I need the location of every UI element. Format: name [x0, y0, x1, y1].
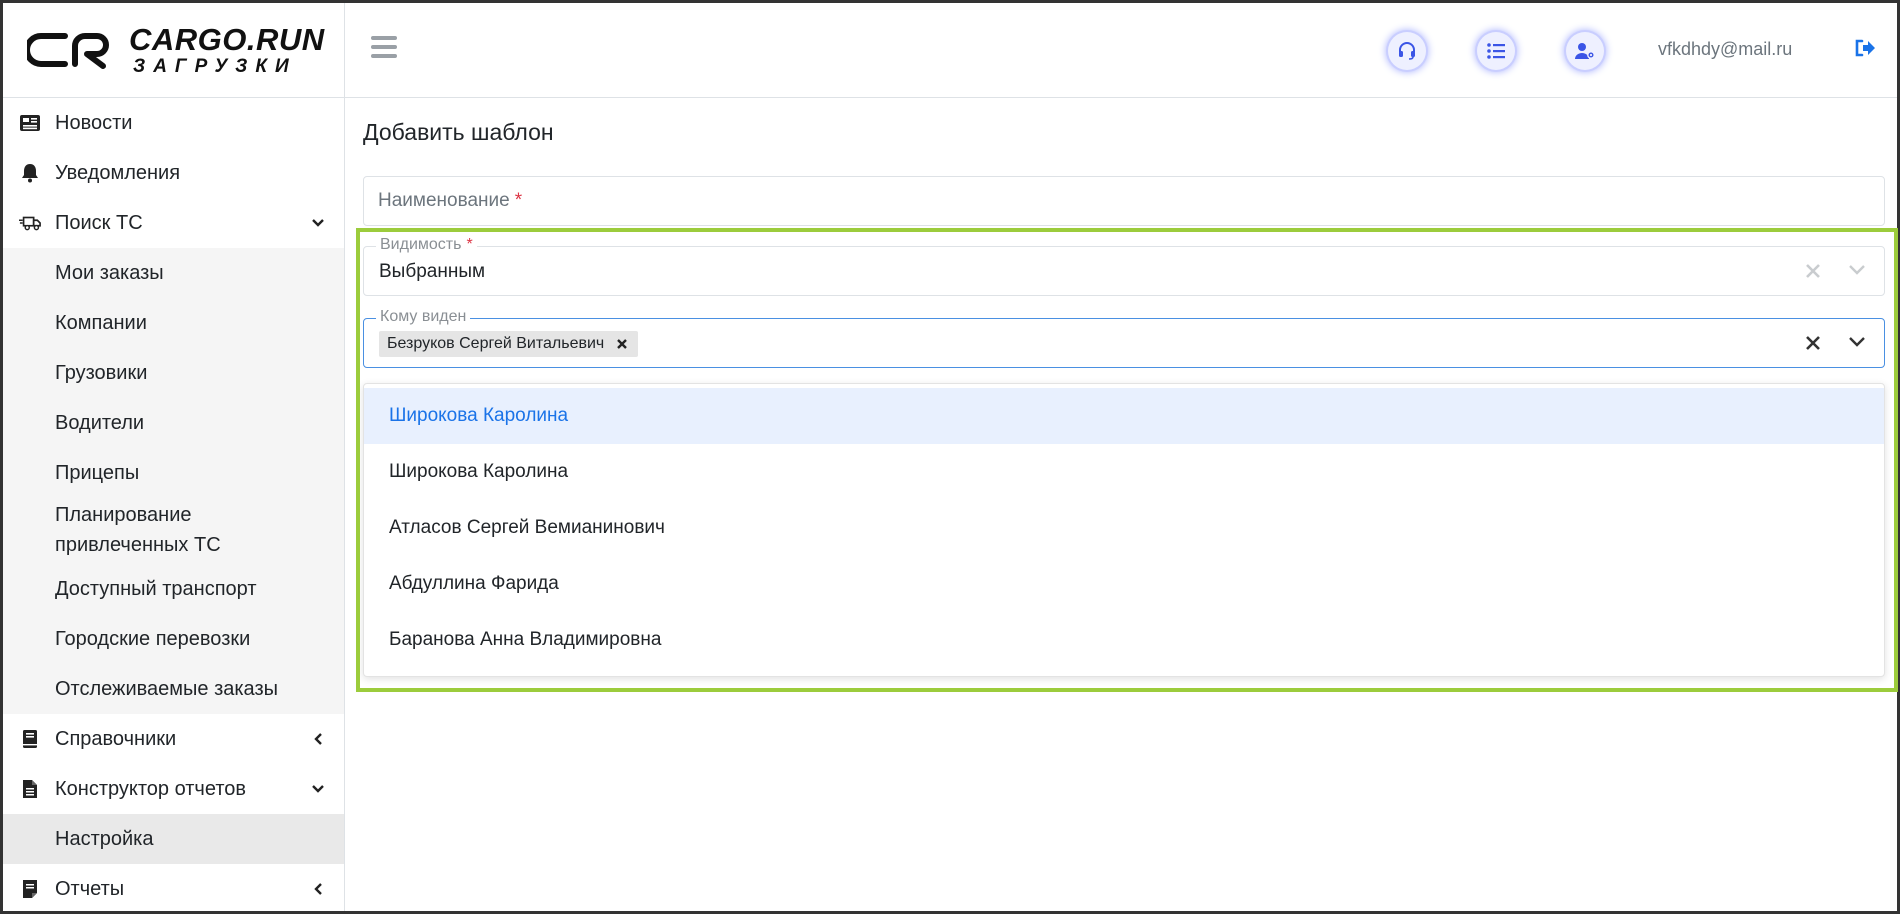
main-content: Добавить шаблон Наименование * Видимость… — [345, 99, 1898, 911]
chevron-down-icon[interactable] — [1848, 335, 1866, 353]
truck-icon — [19, 212, 41, 234]
sidebar-item-label: Отчеты — [55, 877, 125, 900]
brand-logo[interactable]: CARGO.RUN ЗАГРУЗКИ — [3, 3, 344, 98]
sidebar-item-label: Поиск ТС — [55, 211, 143, 234]
name-field-placeholder: Наименование — [378, 190, 510, 211]
selected-chip: Безруков Сергей Витальевич — [379, 331, 639, 357]
sidebar: CARGO.RUN ЗАГРУЗКИ Новости Уведомления П… — [3, 3, 345, 911]
sidebar-item-city-transport[interactable]: Городские перевозки — [3, 614, 344, 664]
sidebar-item-report-builder[interactable]: Конструктор отчетов — [3, 764, 344, 814]
logout-icon[interactable] — [1854, 38, 1876, 60]
newspaper-icon — [19, 112, 41, 134]
visibility-label: Видимость * — [376, 236, 477, 254]
visibility-value: Выбранным — [379, 261, 486, 282]
chevron-left-icon — [310, 731, 326, 747]
clear-icon[interactable] — [1804, 334, 1822, 352]
clear-icon[interactable] — [1804, 262, 1822, 280]
sidebar-item-companies[interactable]: Компании — [3, 298, 344, 348]
chip-label: Безруков Сергей Витальевич — [387, 335, 605, 352]
sidebar-item-label: Справочники — [55, 727, 177, 750]
sidebar-submenu-reports: Настройка — [3, 814, 344, 864]
book-icon — [19, 728, 41, 750]
sidebar-item-my-orders[interactable]: Мои заказы — [3, 248, 344, 298]
brand-subtitle: ЗАГРУЗКИ — [133, 56, 297, 77]
user-email[interactable]: vfkdhdy@mail.ru — [1658, 39, 1792, 60]
dropdown-option[interactable]: Широкова Каролина — [364, 388, 1884, 444]
report-icon — [19, 878, 41, 900]
user-settings-icon[interactable] — [1566, 32, 1604, 70]
sidebar-item-tracked-orders[interactable]: Отслеживаемые заказы — [3, 664, 344, 714]
top-header: vfkdhdy@mail.ru — [345, 3, 1897, 98]
sidebar-item-available-transport[interactable]: Доступный транспорт — [3, 564, 344, 614]
sidebar-item-drivers[interactable]: Водители — [3, 398, 344, 448]
sidebar-item-directories[interactable]: Справочники — [3, 714, 344, 764]
sidebar-item-label: Конструктор отчетов — [55, 777, 246, 800]
headset-icon[interactable] — [1388, 32, 1426, 70]
bell-icon — [19, 162, 41, 184]
dropdown-option[interactable]: Атласов Сергей Вемианинович — [364, 500, 1884, 556]
sidebar-item-notifications[interactable]: Уведомления — [3, 148, 344, 198]
brand-title: CARGO.RUN — [129, 22, 325, 57]
chevron-down-icon[interactable] — [1848, 263, 1866, 281]
options-dropdown: Широкова Каролина Широкова Каролина Атла… — [363, 383, 1885, 677]
sidebar-item-label: Новости — [55, 111, 133, 134]
visible-to-select[interactable]: Кому виден Безруков Сергей Витальевич — [363, 308, 1885, 368]
sidebar-item-search-vehicles[interactable]: Поиск ТС — [3, 198, 344, 248]
sidebar-submenu-search: Мои заказы Компании Грузовики Водители П… — [3, 248, 344, 714]
dropdown-option[interactable]: Абдуллина Фарида — [364, 556, 1884, 612]
visible-to-label: Кому виден — [376, 308, 471, 326]
list-icon[interactable] — [1477, 32, 1515, 70]
menu-toggle-icon[interactable] — [371, 36, 397, 60]
chevron-left-icon — [310, 881, 326, 897]
cargo-logo-icon — [27, 33, 109, 69]
sidebar-item-news[interactable]: Новости — [3, 98, 344, 148]
dropdown-option[interactable]: Широкова Каролина — [364, 444, 1884, 500]
dropdown-option[interactable]: Баранова Анна Владимировна — [364, 612, 1884, 668]
sidebar-item-reports[interactable]: Отчеты — [3, 864, 344, 911]
sidebar-item-label: Уведомления — [55, 161, 181, 184]
name-field[interactable]: Наименование * — [363, 176, 1885, 226]
sidebar-item-trucks[interactable]: Грузовики — [3, 348, 344, 398]
sidebar-item-trailers[interactable]: Прицепы — [3, 448, 344, 498]
page-title: Добавить шаблон — [363, 119, 554, 145]
chevron-down-icon — [310, 781, 326, 797]
chevron-down-icon — [310, 215, 326, 231]
required-mark: * — [514, 190, 523, 211]
file-icon — [19, 778, 41, 800]
remove-chip-icon[interactable] — [616, 338, 628, 350]
sidebar-item-planning[interactable]: Планирование привлеченных ТС — [3, 498, 344, 564]
visibility-select[interactable]: Видимость * Выбранным — [363, 236, 1885, 296]
sidebar-item-settings[interactable]: Настройка — [3, 814, 344, 864]
